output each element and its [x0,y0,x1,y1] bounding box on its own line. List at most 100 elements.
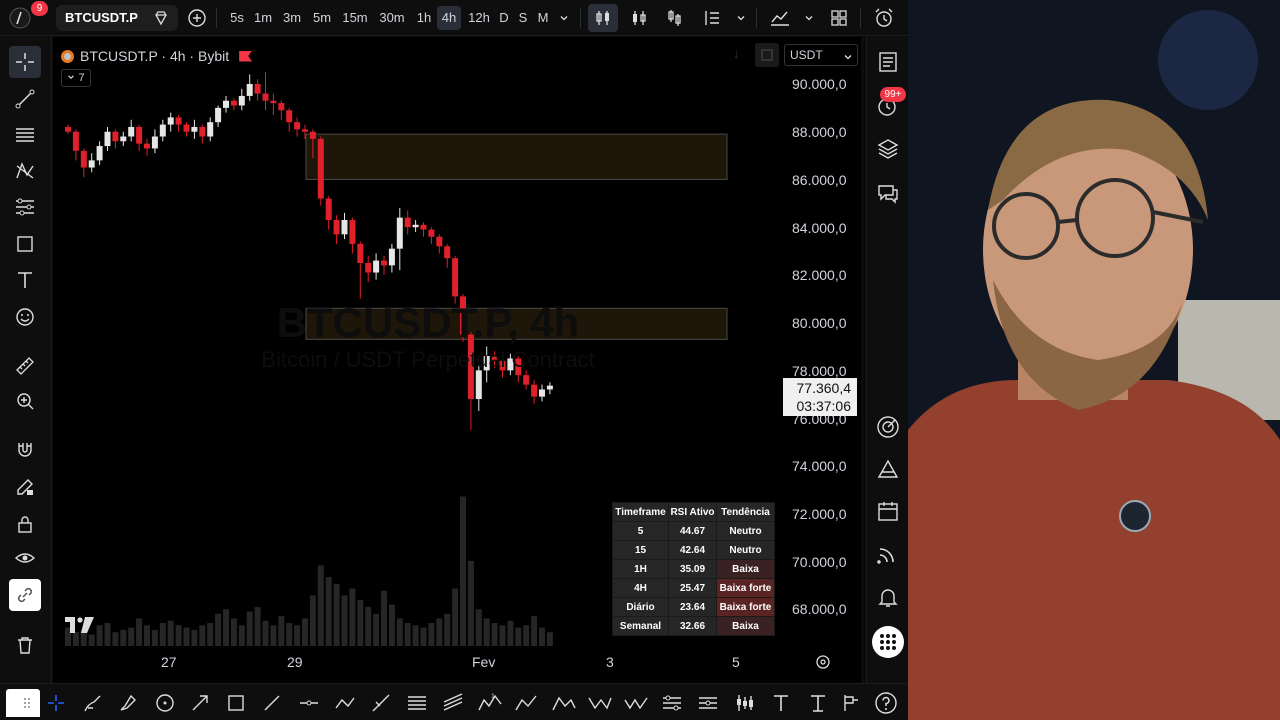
timeframe-12h[interactable]: 12h [465,6,493,30]
timeframe-s[interactable]: S [516,6,530,30]
hollow-candles-icon[interactable] [663,6,687,30]
link-icon[interactable] [9,579,41,611]
text-tool-icon[interactable] [768,690,794,716]
volume-bar [341,595,348,646]
position-tool-icon[interactable] [695,690,721,716]
calendar-icon[interactable] [873,496,903,526]
path-tool-icon[interactable] [332,690,358,716]
compare-icon[interactable] [768,6,792,30]
circle-tool-icon[interactable] [152,690,178,716]
chevron-down-icon[interactable] [557,10,571,26]
chart-settings-icon[interactable] [815,654,831,670]
candle-body [428,229,435,237]
header-trend: Tendência [716,502,775,522]
rsi-table-row: Diário 23.64 Baixa forte [612,597,775,617]
magnet-icon[interactable] [9,434,41,466]
news-feed-icon[interactable] [873,539,903,569]
volume-bar [262,620,269,646]
trend-line-tool-icon[interactable] [259,690,285,716]
pencil-lock-icon[interactable] [9,471,41,503]
emoji-tool-icon[interactable] [9,301,41,333]
candles-chart-type-icon[interactable] [588,4,618,32]
text-tool-icon[interactable] [9,264,41,296]
target-icon[interactable] [873,412,903,442]
fib-retracement-icon[interactable] [404,690,430,716]
candle [223,95,229,113]
sync-icon[interactable] [755,43,779,67]
timeframe-1m[interactable]: 1m [252,6,274,30]
timeframe-15m[interactable]: 15m [340,6,370,30]
volume-bar [104,623,111,646]
candle [183,122,190,137]
indicators-icon[interactable] [700,6,724,30]
timeframe-m[interactable]: M [535,6,551,30]
timeframe-30m[interactable]: 30m [377,6,407,30]
layers-icon[interactable] [873,134,903,164]
xabcd-pattern-icon[interactable] [368,690,394,716]
currency-select[interactable]: USDT [784,44,858,66]
arrow-tool-icon[interactable] [187,690,213,716]
candle [491,351,498,368]
timeframe-5m[interactable]: 5m [311,6,333,30]
bell-icon[interactable] [873,582,903,612]
flag-icon[interactable] [239,50,253,62]
supply-zone-rect[interactable] [305,133,728,180]
indicators-toggle[interactable]: 7 [61,69,91,87]
ruler-flag-icon[interactable] [838,690,864,716]
forecast-tool-icon[interactable] [9,191,41,223]
bars-pattern-icon[interactable] [732,690,758,716]
row-rsi: 35.09 [668,559,717,579]
wxyxz-pattern-icon[interactable] [623,690,649,716]
fib-time-zone-icon[interactable] [659,690,685,716]
rectangle-tool-icon[interactable] [9,228,41,260]
chat-icon[interactable] [873,179,903,209]
highlighter-tool-icon[interactable] [115,690,141,716]
ace-pattern-icon[interactable] [551,690,577,716]
layout-grid-icon[interactable] [827,6,851,30]
download-icon[interactable]: ↓ [733,46,747,64]
fib-retracement-tool-icon[interactable] [9,119,41,151]
candle-body [467,334,474,399]
zoom-in-icon[interactable] [9,385,41,417]
chart-pane[interactable]: BTCUSDT.P, 4h Bitcoin / USDT Perpetual C… [53,37,861,683]
diamond-icon[interactable] [152,9,170,32]
fib-channel-icon[interactable] [440,690,466,716]
candle-body [88,160,95,168]
trend-line-tool-icon[interactable] [9,83,41,115]
eye-icon[interactable] [9,542,41,574]
crosshair-tool-icon[interactable] [43,690,69,716]
replay-alarm-icon[interactable] [872,6,896,30]
bars-chart-type-icon[interactable] [627,6,651,30]
crosshair-tool-icon[interactable] [9,46,41,78]
chevron-down-icon[interactable] [802,10,816,26]
wxy-pattern-icon[interactable] [587,690,613,716]
timeframe-4h[interactable]: 4h [437,6,461,30]
anchored-text-icon[interactable] [805,690,831,716]
ruler-tool-icon[interactable] [9,350,41,382]
drag-dots-icon[interactable] [14,690,40,716]
pattern-tool-icon[interactable] [9,155,41,187]
ideas-icon[interactable] [873,454,903,484]
timeframe-5s[interactable]: 5s [226,6,248,30]
brush-tool-icon[interactable] [80,690,106,716]
watchlist-icon[interactable] [873,47,903,77]
candle-body [120,136,127,142]
lock-icon[interactable] [9,508,41,540]
abcd-pattern-icon[interactable] [514,690,540,716]
timeframe-1h[interactable]: 1h [413,6,435,30]
symbol-search-button[interactable]: BTCUSDT.P [56,5,178,31]
chevron-down-icon[interactable] [734,10,748,26]
menu-avatar-button[interactable] [6,4,34,32]
horizontal-ray-icon[interactable] [296,690,322,716]
trash-icon[interactable] [9,629,41,661]
apps-grid-icon[interactable] [872,626,904,658]
chart-legend[interactable]: BTCUSDT.P · 4h · Bybit [61,47,253,65]
help-icon[interactable] [873,690,899,716]
add-symbol-icon[interactable] [186,7,208,29]
supply-zone-rect[interactable] [305,307,728,340]
timeframe-3m[interactable]: 3m [281,6,303,30]
timeframe-d[interactable]: D [497,6,511,30]
rectangle-tool-icon[interactable] [223,690,249,716]
candle-body [175,117,182,125]
elliott-wave-icon[interactable]: 1 [477,690,503,716]
